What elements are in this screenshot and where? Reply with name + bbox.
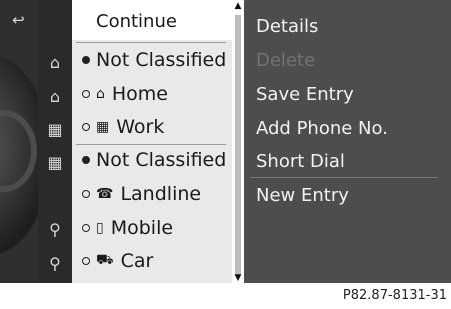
work-icon: ▦ (47, 152, 63, 172)
menu-item-details[interactable]: Details (256, 16, 318, 37)
list-item[interactable]: ▯ Mobile (82, 213, 173, 243)
scroll-thumb[interactable] (235, 15, 241, 275)
car-phone-icon: ⛟ (96, 252, 114, 268)
contact-icon: ⚲ (49, 253, 61, 273)
mobile-phone-icon: ▯ (96, 220, 104, 236)
list-item-label: Not Classified (96, 49, 227, 71)
scroll-up-icon[interactable]: ▲ (232, 1, 244, 11)
menu-item-short-dial[interactable]: Short Dial (256, 151, 345, 172)
bullet-open-icon (82, 90, 90, 98)
home-icon: ⌂ (49, 86, 61, 106)
menu-item-delete: Delete (256, 50, 316, 71)
landline-phone-icon: ☎ (96, 186, 114, 202)
list-item-label: Work (116, 116, 165, 138)
scroll-down-icon[interactable]: ▼ (232, 273, 244, 283)
list-item[interactable]: ▦ Work (82, 112, 164, 142)
divider (76, 42, 226, 43)
home-icon: ⌂ (49, 52, 61, 72)
list-item[interactable]: Not Classified (82, 45, 226, 75)
divider (250, 177, 438, 178)
list-item-label: Home (111, 83, 168, 105)
list-item[interactable]: ☎ Landline (82, 179, 201, 209)
list-item-label: Mobile (110, 217, 174, 239)
screen: ↩ ⚲ ⌂ ⌂ ▦ ▦ ⚲ ⚲ Continue Not Classified … (0, 0, 451, 309)
work-icon: ▦ (96, 119, 110, 135)
bullet-open-icon (82, 224, 90, 232)
menu-item-save-entry[interactable]: Save Entry (256, 84, 354, 105)
menu-item-add-phone-no[interactable]: Add Phone No. (256, 118, 388, 139)
bullet-filled-icon (82, 156, 90, 164)
figure-code: P82.87-8131-31 (342, 288, 447, 303)
continue-header: Continue (72, 0, 232, 40)
list-item[interactable]: Not Classified (82, 145, 226, 175)
contact-icon: ⚲ (49, 219, 61, 239)
bullet-filled-icon (82, 56, 90, 64)
bullet-open-icon (82, 190, 90, 198)
list-item[interactable]: ⌂ Home (82, 79, 168, 109)
menu-item-new-entry[interactable]: New Entry (256, 185, 349, 206)
back-icon[interactable]: ↩ (12, 11, 25, 29)
footer: P82.87-8131-31 (0, 283, 451, 309)
list-item-label: Not Classified (96, 149, 227, 171)
list-item-label: Car (120, 250, 154, 272)
scrollbar[interactable]: ▲ ▼ (232, 1, 244, 283)
options-menu: Details Delete Save Entry Add Phone No. … (244, 0, 451, 283)
bullet-open-icon (82, 123, 90, 131)
work-icon: ▦ (47, 119, 63, 139)
continue-button[interactable]: Continue (96, 11, 177, 32)
left-icon-column: ⌂ ⌂ ▦ ▦ ⚲ ⚲ (38, 0, 72, 283)
list-item[interactable]: ⛟ Car (82, 246, 153, 276)
entry-list-panel: Continue Not Classified ⌂ Home ▦ Work No… (72, 0, 232, 283)
list-item-label: Landline (120, 183, 202, 205)
bullet-open-icon (82, 257, 90, 265)
home-icon: ⌂ (96, 86, 105, 102)
